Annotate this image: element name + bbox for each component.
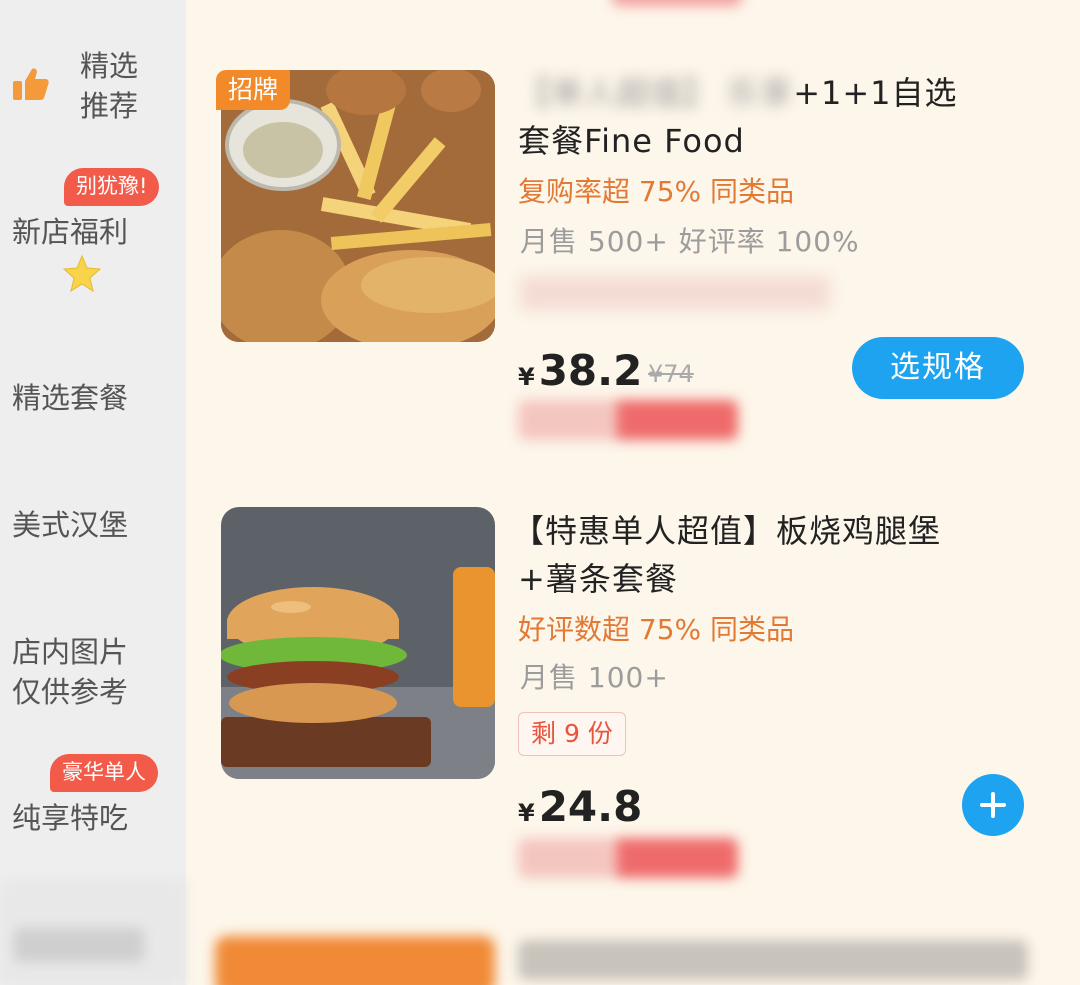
store-menu-screen: 精选 推荐 别犹豫! 新店福利 精选套餐 美式汉堡 店内图片 仅供参考 豪华单人… bbox=[0, 0, 1080, 985]
product-title-line1: 【特惠单人超值】板烧鸡腿堡 bbox=[512, 512, 942, 550]
blurred-promo-bar bbox=[518, 838, 738, 878]
currency-symbol: ¥ bbox=[518, 799, 535, 827]
combo-food-image bbox=[221, 70, 495, 342]
product-title-line2: 套餐Fine Food bbox=[518, 122, 745, 160]
sidebar-item-featured[interactable]: 精选 推荐 bbox=[0, 40, 186, 150]
original-price: ¥74 bbox=[648, 360, 694, 388]
blurred-title-text: 【单人超值】 乐享 bbox=[518, 74, 794, 112]
sidebar-item-line2: 仅供参考 bbox=[12, 675, 129, 709]
sidebar-item-new-store-benefits[interactable]: 别犹豫! 新店福利 bbox=[0, 168, 186, 298]
sidebar-item-label: 美式汉堡 bbox=[12, 508, 129, 542]
category-sidebar: 精选 推荐 别犹豫! 新店福利 精选套餐 美式汉堡 店内图片 仅供参考 豪华单人… bbox=[0, 0, 186, 985]
sidebar-item-label: 精选套餐 bbox=[12, 381, 129, 415]
sidebar-badge: 别犹豫! bbox=[64, 168, 160, 206]
add-to-cart-button[interactable] bbox=[962, 774, 1024, 836]
product-image-burger[interactable] bbox=[221, 507, 495, 779]
sidebar-item-line1: 精选 bbox=[80, 49, 139, 83]
stock-remaining-badge: 剩 9 份 bbox=[518, 712, 626, 756]
blurred-promo-bar bbox=[518, 400, 738, 440]
sidebar-badge: 豪华单人 bbox=[50, 754, 158, 792]
title-visible-part: +1+1自选 bbox=[793, 74, 958, 112]
burger-image bbox=[221, 507, 495, 779]
product-highlight: 复购率超 75% 同类品 bbox=[518, 175, 795, 208]
product-title-line1: 【单人超值】 乐享+1+1自选 bbox=[518, 70, 958, 116]
sidebar-item-set-meals[interactable]: 精选套餐 bbox=[0, 376, 186, 420]
product-sales-stats: 月售 500+ 好评率 100% bbox=[520, 225, 860, 258]
sidebar-item-label: 纯享特吃 bbox=[12, 801, 129, 835]
select-spec-button[interactable]: 选规格 bbox=[852, 337, 1024, 399]
blurred-promo-bar bbox=[612, 0, 742, 6]
product-highlight: 好评数超 75% 同类品 bbox=[518, 613, 795, 646]
product-title-line2: +薯条套餐 bbox=[518, 560, 678, 598]
sidebar-item-solo-deluxe[interactable]: 豪华单人 纯享特吃 bbox=[0, 754, 186, 844]
sidebar-item-photo-notice[interactable]: 店内图片 仅供参考 bbox=[0, 630, 186, 714]
product-price: ¥38.2 bbox=[518, 346, 642, 395]
blurred-next-item bbox=[0, 880, 1080, 985]
thumbs-up-icon bbox=[13, 68, 49, 100]
price-value: 24.8 bbox=[538, 782, 643, 831]
blurred-info-line bbox=[520, 276, 830, 310]
currency-symbol: ¥ bbox=[518, 363, 535, 391]
signature-tag: 招牌 bbox=[216, 70, 291, 110]
price-value: 38.2 bbox=[538, 346, 643, 395]
sidebar-item-american-burgers[interactable]: 美式汉堡 bbox=[0, 503, 186, 547]
sidebar-item-line2: 推荐 bbox=[80, 89, 139, 123]
sidebar-item-line1: 店内图片 bbox=[12, 635, 129, 669]
star-icon bbox=[62, 254, 102, 293]
sidebar-item-label: 新店福利 bbox=[12, 215, 129, 249]
product-image-combo[interactable] bbox=[221, 70, 495, 342]
product-price: ¥24.8 bbox=[518, 782, 642, 831]
product-sales-stats: 月售 100+ bbox=[520, 661, 669, 694]
